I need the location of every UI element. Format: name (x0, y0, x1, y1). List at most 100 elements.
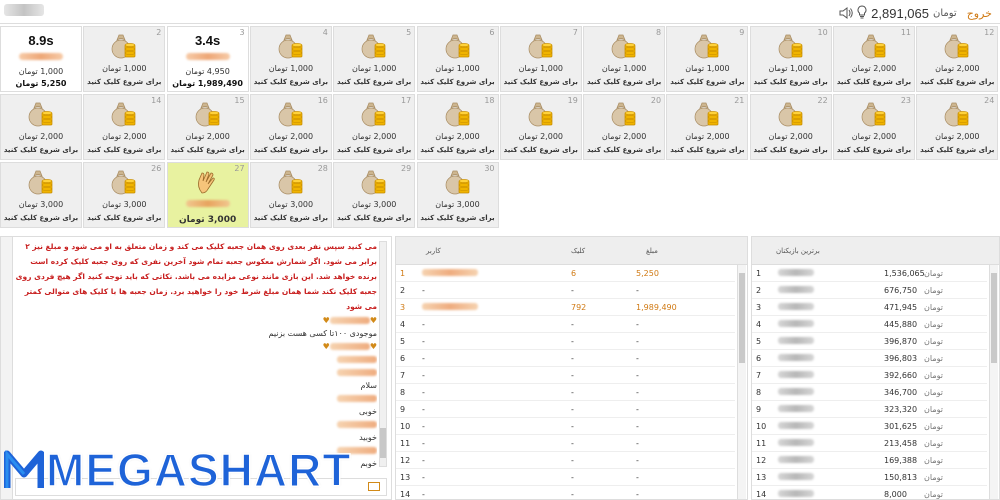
winner-name (778, 303, 814, 312)
row-rank: 5 (756, 337, 762, 346)
box-tile[interactable]: 3 3.4s 4,950 تومان 1,989,490 تومان (166, 26, 249, 92)
chat-messages: می کنید سپس نفر بعدی روی همان جعبه کلیک … (15, 239, 377, 473)
box-tile[interactable]: 2 1,000 تومان برای شروع کلیک کنید (83, 26, 166, 92)
box-price: 2,000 تومان (185, 132, 230, 141)
top-players-scrollbar[interactable] (989, 265, 998, 499)
box-tile[interactable]: 4 1,000 تومان برای شروع کلیک کنید (249, 26, 332, 92)
box-price: 2,000 تومان (351, 132, 397, 141)
box-tile[interactable]: 18 2,000 تومان برای شروع کلیک کنید (416, 94, 499, 160)
click-to-start-label: برای شروع کلیک کنید (253, 78, 329, 86)
table-row: 12 - - - (396, 452, 735, 469)
row-rank: 2 (756, 286, 762, 295)
box-tile[interactable]: 27 3,000 تومان (166, 162, 249, 228)
box-tile[interactable]: 28 3,000 تومان برای شروع کلیک کنید (249, 162, 332, 228)
box-number: 23 (900, 96, 911, 105)
player-name: - (422, 320, 425, 329)
box-tile[interactable]: 20 2,000 تومان برای شروع کلیک کنید (583, 94, 666, 160)
chat-username (329, 317, 370, 324)
player-clicks: 6 (571, 269, 577, 278)
player-name (185, 200, 230, 207)
row-rank: 2 (400, 286, 406, 295)
players-table-header: کاربر کلیک مبلغ (396, 237, 747, 265)
click-to-start-label: برای شروع کلیک کنید (253, 146, 329, 154)
box-tile[interactable]: 16 2,000 تومان برای شروع کلیک کنید (249, 94, 332, 160)
box-number: 30 (484, 164, 495, 173)
top-players-scroll-thumb[interactable] (991, 273, 997, 363)
table-row: 2 676,750 تومان (752, 282, 987, 299)
top-players-header: برترین بازیکنان (752, 237, 999, 265)
heart-icon: ♥ (369, 342, 377, 351)
row-rank: 13 (400, 473, 411, 482)
box-tile[interactable]: 22 2,000 تومان برای شروع کلیک کنید (749, 94, 832, 160)
players-table: کاربر کلیک مبلغ 1 6 5,250 2 - - - 3 792 1,989,490… (395, 236, 748, 500)
player-clicks: - (571, 371, 574, 380)
winner-name (778, 320, 814, 329)
player-amount: - (636, 405, 639, 414)
winner-currency: تومان (924, 337, 943, 346)
box-number: 5 (406, 28, 412, 37)
top-players-title: برترین بازیکنان (776, 247, 820, 255)
box-number: 29 (401, 164, 412, 173)
box-tile[interactable]: 11 2,000 تومان برای شروع کلیک کنید (833, 26, 915, 92)
box-tile[interactable]: 8.9s 1,000 تومان 5,250 تومان (0, 26, 82, 92)
player-amount: - (636, 371, 639, 380)
row-rank: 1 (756, 269, 762, 278)
box-tile[interactable]: 6 1,000 تومان برای شروع کلیک کنید (416, 26, 499, 92)
box-number: 21 (734, 96, 745, 105)
box-tile[interactable]: 12 2,000 تومان برای شروع کلیک کنید (916, 26, 999, 92)
box-tile[interactable]: 7 1,000 تومان برای شروع کلیک کنید (499, 26, 582, 92)
player-name: - (422, 388, 425, 397)
envelope-icon[interactable] (368, 482, 380, 491)
row-rank: 14 (400, 490, 411, 499)
box-tile[interactable]: 10 1,000 تومان برای شروع کلیک کنید (749, 26, 832, 92)
col-clicks-header: کلیک (571, 247, 586, 255)
winner-amount: 392,660 (884, 371, 918, 380)
logout-link[interactable]: خروج (967, 7, 992, 20)
box-tile[interactable]: 19 2,000 تومان برای شروع کلیک کنید (499, 94, 582, 160)
box-tile[interactable]: 24 2,000 تومان برای شروع کلیک کنید (916, 94, 999, 160)
box-number: 4 (322, 28, 328, 37)
box-tile[interactable]: 9 1,000 تومان برای شروع کلیک کنید (666, 26, 749, 92)
money-bag-icon (776, 99, 806, 127)
money-bag-icon (26, 99, 56, 127)
winner-name (778, 439, 814, 448)
bulb-icon[interactable] (857, 4, 867, 23)
table-row: 9 323,320 تومان (752, 401, 987, 418)
table-row: 8 346,700 تومان (752, 384, 987, 401)
chat-scrollbar[interactable] (379, 241, 387, 467)
box-tile[interactable]: 14 2,000 تومان برای شروع کلیک کنید (83, 94, 166, 160)
table-row: 6 - - - (396, 350, 735, 367)
chat-message: خوبی (359, 407, 377, 416)
money-bag-icon (692, 31, 722, 59)
box-tile[interactable]: 3,000 تومان برای شروع کلیک کنید (0, 162, 82, 228)
click-to-start-label: برای شروع کلیک کنید (753, 78, 828, 86)
players-scrollbar[interactable] (737, 265, 746, 499)
box-price: 1,000 تومان (685, 64, 730, 73)
box-tile[interactable]: 2,000 تومان برای شروع کلیک کنید (0, 94, 82, 160)
box-tile[interactable]: 5 1,000 تومان برای شروع کلیک کنید (333, 26, 416, 92)
winner-currency: تومان (924, 388, 943, 397)
site-logo-small[interactable] (4, 4, 44, 16)
box-tile[interactable]: 30 3,000 تومان برای شروع کلیک کنید (416, 162, 499, 228)
money-bag-icon (942, 31, 972, 59)
box-number: 17 (401, 96, 412, 105)
box-tile[interactable]: 8 1,000 تومان برای شروع کلیک کنید (583, 26, 666, 92)
box-tile[interactable]: 26 3,000 تومان برای شروع کلیک کنید (83, 162, 166, 228)
money-bag-icon (443, 31, 473, 59)
box-price: 1,000 تومان (435, 64, 480, 73)
box-tile[interactable]: 15 2,000 تومان برای شروع کلیک کنید (166, 94, 249, 160)
speaker-icon[interactable] (839, 4, 853, 23)
box-tile[interactable]: 21 2,000 تومان برای شروع کلیک کنید (666, 94, 749, 160)
player-amount: - (636, 490, 639, 499)
chat-message (15, 418, 377, 431)
box-tile[interactable]: 23 2,000 تومان برای شروع کلیک کنید (833, 94, 915, 160)
box-tile[interactable]: 17 2,000 تومان برای شروع کلیک کنید (333, 94, 416, 160)
balance-currency: تومان (933, 8, 957, 19)
chat-scroll-thumb[interactable] (380, 428, 386, 458)
box-price: 2,000 تومان (102, 132, 147, 141)
players-scroll-thumb[interactable] (739, 273, 745, 363)
box-tile[interactable]: 29 3,000 تومان برای شروع کلیک کنید (333, 162, 416, 228)
box-price: 1,000 تومان (518, 64, 563, 73)
winner-currency: تومان (924, 405, 943, 414)
top-players-rows: 1 1,536,065 تومان 2 676,750 تومان 3 471,945 توما… (752, 265, 987, 499)
